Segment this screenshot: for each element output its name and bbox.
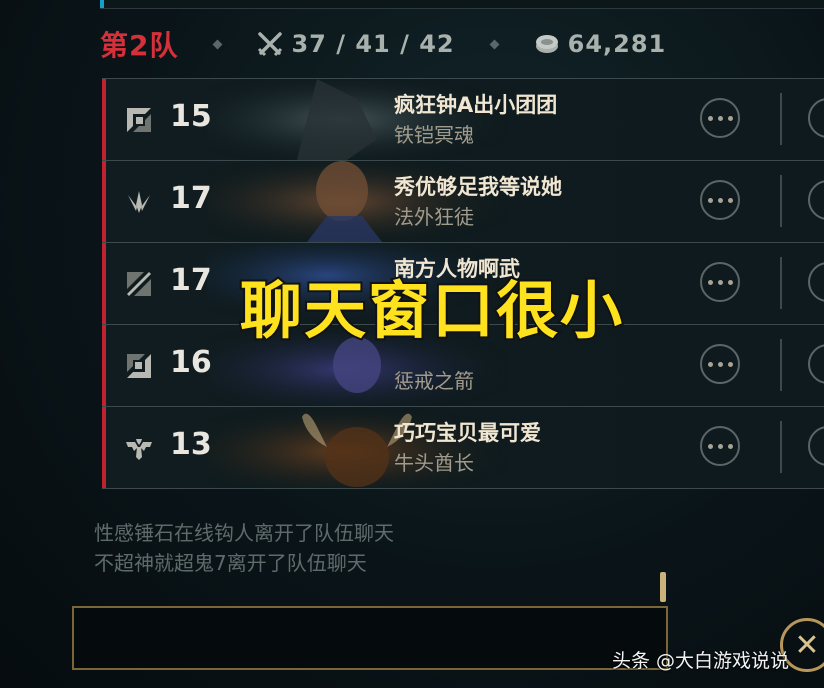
player-row[interactable]: 17 秀优够足我等说她 法外狂徒 [102,160,824,242]
mid-lane-icon [127,272,151,296]
player-action-button[interactable] [808,98,824,138]
player-action-button[interactable] [808,262,824,302]
more-options-button[interactable] [700,344,740,384]
team-color-bar [102,161,106,242]
column-divider [780,421,782,473]
champion-level: 17 [170,181,212,216]
more-options-button[interactable] [700,98,740,138]
champion-name: 惩戒之箭 [394,369,474,393]
video-caption-overlay: 聊天窗口很小 [238,274,625,347]
champion-name: 法外狂徒 [394,205,474,229]
champion-level: 15 [170,99,212,134]
more-options-button[interactable] [700,180,740,220]
team-name: 第2队 [100,29,179,62]
separator-dot [489,39,500,49]
player-name: 秀优够足我等说她 [394,175,562,199]
player-action-button[interactable] [808,426,824,466]
player-action-button[interactable] [808,180,824,220]
more-options-button[interactable] [700,426,740,466]
chat-log: 性感锤石在线钩人离开了队伍聊天 不超神就超鬼7离开了队伍聊天 [94,518,394,578]
team-color-bar [102,243,106,324]
column-divider [780,339,782,391]
player-name: 巧巧宝贝最可爱 [394,421,541,445]
crossed-swords-icon [258,32,283,57]
previous-team-strip [100,0,824,9]
player-action-button[interactable] [808,344,824,384]
champion-level: 17 [170,263,212,298]
champion-name: 铁铠冥魂 [394,123,474,147]
team-kda: 37 / 41 / 42 [291,30,455,58]
chat-message: 性感锤石在线钩人离开了队伍聊天 [94,521,394,545]
column-divider [780,257,782,309]
team-gold: 64,281 [567,30,667,58]
separator-dot [213,39,223,49]
champion-name: 牛头酋长 [394,451,474,475]
player-row[interactable]: 15 疯狂钟A出小团团 铁铠冥魂 [102,78,824,160]
watermark: 头条 @大白游戏说说 [612,650,790,672]
column-divider [780,93,782,145]
chat-scrollbar[interactable] [660,572,666,602]
bot-lane-icon [127,354,151,378]
top-lane-icon [127,108,151,132]
support-icon [126,439,152,460]
team-header: 第2队 37 / 41 / 42 64,281 [100,22,820,66]
team-color-bar [102,325,106,406]
column-divider [780,175,782,227]
chat-message: 不超神就超鬼7离开了队伍聊天 [94,551,367,575]
more-options-button[interactable] [700,262,740,302]
champion-level: 16 [170,345,212,380]
player-row[interactable]: 13 巧巧宝贝最可爱 牛头酋长 [102,406,824,489]
gold-coins-icon [535,35,558,53]
jungle-icon [128,191,150,213]
team-color-bar [102,407,106,488]
team-color-bar [102,79,106,160]
champion-level: 13 [170,427,212,462]
chat-input[interactable] [72,606,668,670]
player-name: 疯狂钟A出小团团 [394,93,558,117]
